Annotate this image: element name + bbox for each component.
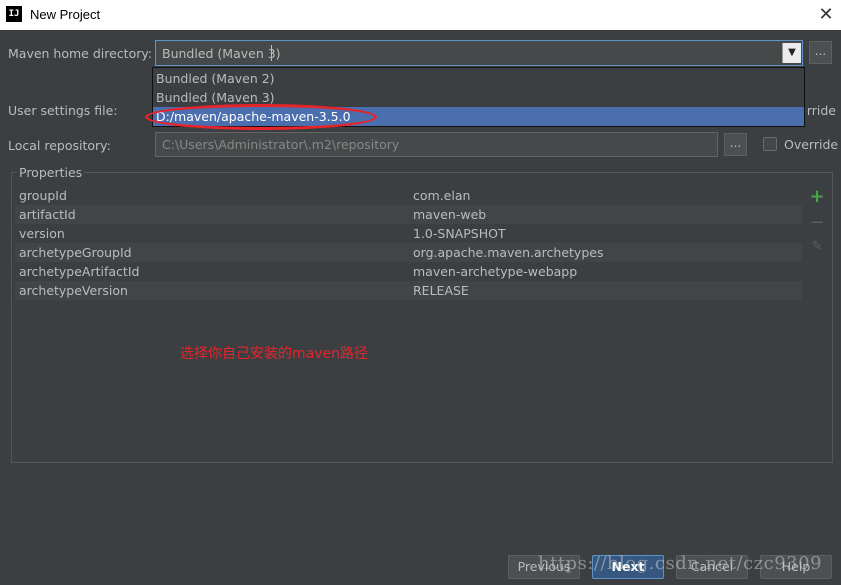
- property-key: archetypeGroupId: [19, 245, 132, 260]
- maven-home-value: Bundled (Maven 3): [162, 46, 281, 61]
- user-settings-override-label: Override: [806, 103, 836, 118]
- red-highlight-circle: [145, 104, 377, 130]
- text-caret: [271, 45, 272, 61]
- add-icon[interactable]: +: [805, 186, 829, 208]
- next-button[interactable]: Next: [592, 555, 664, 579]
- local-repo-override-checkbox[interactable]: [763, 137, 777, 151]
- property-key: version: [19, 226, 65, 241]
- user-settings-label: User settings file:: [8, 103, 118, 118]
- property-value: 1.0-SNAPSHOT: [413, 226, 506, 241]
- close-icon[interactable]: ✕: [815, 4, 837, 26]
- properties-title: Properties: [17, 165, 85, 180]
- edit-pencil-icon[interactable]: ✎: [805, 236, 829, 258]
- intellij-app-icon: IJ: [6, 6, 22, 22]
- property-value: com.elan: [413, 188, 471, 203]
- table-row[interactable]: version 1.0-SNAPSHOT: [15, 224, 802, 243]
- table-row[interactable]: archetypeGroupId org.apache.maven.archety…: [15, 243, 802, 262]
- property-value: org.apache.maven.archetypes: [413, 245, 604, 260]
- window-title: New Project: [30, 7, 101, 22]
- property-key: archetypeArtifactId: [19, 264, 140, 279]
- help-button[interactable]: Help: [760, 555, 832, 579]
- maven-home-combobox[interactable]: Bundled (Maven 3) ▼: [155, 40, 803, 66]
- local-repo-label: Local repository:: [8, 138, 111, 153]
- properties-panel: Properties groupId com.elan artifactId mav…: [11, 165, 833, 463]
- property-key: archetypeVersion: [19, 283, 128, 298]
- property-value: maven-web: [413, 207, 487, 222]
- maven-home-label: Maven home directory:: [8, 46, 153, 61]
- local-repo-override-label: Override: [784, 137, 839, 152]
- table-row[interactable]: artifactId maven-web: [15, 205, 802, 224]
- property-key: groupId: [19, 188, 67, 203]
- property-value: RELEASE: [413, 283, 469, 298]
- annotation-text: 选择你自己安装的maven路径: [180, 346, 368, 362]
- table-row[interactable]: groupId com.elan: [15, 186, 802, 205]
- chevron-down-icon[interactable]: ▼: [782, 43, 801, 63]
- dropdown-option[interactable]: Bundled (Maven 2): [153, 69, 804, 88]
- remove-icon[interactable]: −: [805, 212, 829, 234]
- property-key: artifactId: [19, 207, 76, 222]
- table-row[interactable]: archetypeArtifactId maven-archetype-webap…: [15, 262, 802, 281]
- local-repo-field[interactable]: C:\Users\Administrator\.m2\repository: [155, 132, 718, 157]
- cancel-button[interactable]: Cancel: [676, 555, 748, 579]
- properties-table: groupId com.elan artifactId maven-web vers…: [15, 186, 802, 459]
- local-repo-browse-button[interactable]: ...: [724, 133, 747, 156]
- title-bar: IJ New Project ✕: [0, 0, 841, 30]
- table-row[interactable]: archetypeVersion RELEASE: [15, 281, 802, 300]
- previous-button[interactable]: Previous: [508, 555, 580, 579]
- local-repo-value: C:\Users\Administrator\.m2\repository: [162, 137, 400, 152]
- maven-home-browse-button[interactable]: ...: [809, 41, 832, 64]
- property-value: maven-archetype-webapp: [413, 264, 578, 279]
